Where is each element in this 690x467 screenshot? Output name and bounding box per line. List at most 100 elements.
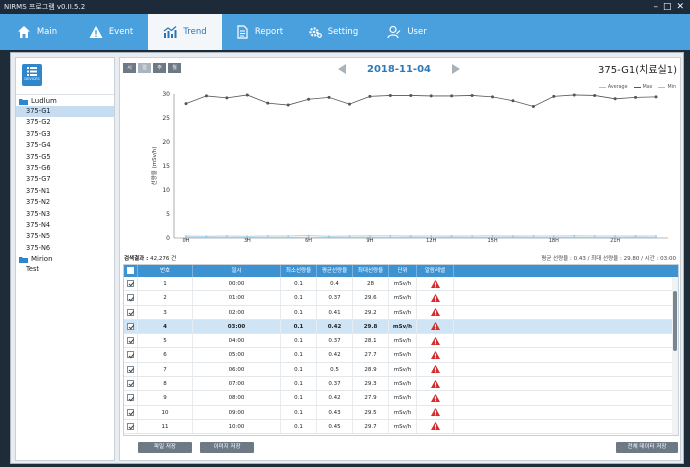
col-header[interactable]: 최대선량율 (353, 265, 389, 277)
cell-max: 29.6 (353, 291, 389, 305)
tab-trend[interactable]: Trend (148, 14, 222, 50)
cell-min: 0.1 (281, 391, 317, 405)
data-point-average (225, 235, 228, 237)
maximize-icon[interactable]: □ (663, 0, 672, 14)
row-checkbox[interactable] (124, 377, 138, 391)
tree-group-mirion[interactable]: Mirion (16, 254, 114, 264)
save-image-button[interactable]: 이미지 저장 (200, 442, 254, 453)
tree-item-375-n2[interactable]: 375-N2 (16, 197, 114, 208)
data-point-max (368, 94, 372, 98)
row-checkbox[interactable] (124, 419, 138, 434)
cell-unit: mSv/h (389, 277, 417, 291)
y-tick-label: 10 (162, 187, 170, 194)
devices-label: DEVICES (24, 77, 40, 81)
col-header[interactable]: 일시 (193, 265, 281, 277)
x-tick-label: 6H (305, 238, 312, 244)
table-row[interactable]: 11 10:00 0.1 0.45 29.7 mSv/h (124, 419, 678, 435)
tree-group-label: Mirion (31, 255, 53, 264)
tree-item-375-n6[interactable]: 375-N6 (16, 243, 114, 254)
tree-item-375-n4[interactable]: 375-N4 (16, 220, 114, 231)
cell-filler (454, 348, 678, 361)
row-checkbox[interactable] (124, 319, 138, 334)
tree-item-375-g3[interactable]: 375-G3 (16, 129, 114, 140)
tree-item-375-n1[interactable]: 375-N1 (16, 186, 114, 197)
tab-report-label: Report (254, 27, 284, 37)
col-header[interactable]: 최소선량율 (281, 265, 317, 277)
tab-user[interactable]: User (370, 14, 444, 50)
close-icon[interactable]: ✕ (676, 0, 684, 14)
row-checkbox[interactable] (124, 348, 138, 362)
table-row[interactable]: 3 02:00 0.1 0.41 29.2 mSv/h (124, 305, 678, 320)
row-checkbox[interactable] (124, 405, 138, 419)
col-header[interactable]: 번호 (138, 265, 193, 277)
tree-item-375-g7[interactable]: 375-G7 (16, 174, 114, 185)
tree-group-ludlum[interactable]: Ludlum (16, 96, 114, 106)
tree-item-375-g5[interactable]: 375-G5 (16, 152, 114, 163)
table-row[interactable]: 7 06:00 0.1 0.5 28.9 mSv/h (124, 362, 678, 378)
tree-group-label: Ludlum (31, 97, 57, 105)
prev-date-icon[interactable] (338, 64, 346, 74)
row-checkbox[interactable] (124, 362, 138, 377)
cell-unit: mSv/h (389, 334, 417, 348)
select-all-checkbox[interactable] (124, 265, 138, 277)
table-row[interactable]: 5 04:00 0.1 0.37 28.1 mSv/h (124, 334, 678, 349)
save-file-button[interactable]: 파일 저장 (138, 442, 192, 453)
col-header[interactable]: 평균선량율 (317, 265, 353, 277)
col-header[interactable]: 알람레벨 (417, 265, 454, 277)
tree-item-375-g6[interactable]: 375-G6 (16, 163, 114, 174)
tab-main[interactable]: Main (0, 14, 74, 50)
tree-item-375-g2[interactable]: 375-G2 (16, 117, 114, 128)
period-week-button[interactable]: 주 (153, 63, 166, 73)
period-month-button[interactable]: 월 (168, 63, 181, 73)
cell-avg: 0.41 (317, 305, 353, 319)
data-point-max (184, 102, 188, 106)
export-all-button[interactable]: 전체 데이터 저장 (616, 442, 678, 453)
cell-time: 09:00 (193, 405, 281, 419)
tab-event[interactable]: Event (74, 14, 148, 50)
table-row[interactable]: 4 03:00 0.1 0.42 29.8 mSv/h (124, 319, 678, 335)
period-hour-button[interactable]: 시 (123, 63, 136, 73)
cell-no: 9 (138, 391, 193, 405)
devices-button[interactable]: DEVICES (22, 64, 42, 86)
table-scrollbar[interactable] (672, 277, 678, 435)
x-tick-label: 9H (366, 238, 373, 244)
row-checkbox[interactable] (124, 277, 138, 291)
cell-filler (454, 320, 678, 333)
data-point-max (347, 102, 351, 106)
table-row[interactable]: 1 00:00 0.1 0.4 28 mSv/h (124, 277, 678, 292)
minimize-icon[interactable]: – (653, 0, 658, 14)
cell-no: 11 (138, 419, 193, 434)
row-checkbox[interactable] (124, 334, 138, 348)
data-point-average (246, 235, 249, 238)
tree-item-375-n3[interactable]: 375-N3 (16, 209, 114, 220)
table-row[interactable]: 2 01:00 0.1 0.37 29.6 mSv/h (124, 291, 678, 306)
data-point-min (532, 236, 535, 239)
table-row[interactable]: 8 07:00 0.1 0.37 29.3 mSv/h (124, 377, 678, 392)
device-panel: DEVICES Ludlum 375-G1 375-G2 375-G3 375-… (15, 57, 115, 461)
cell-avg: 0.5 (317, 362, 353, 377)
table-row[interactable]: 10 09:00 0.1 0.43 29.5 mSv/h (124, 405, 678, 420)
user-icon (387, 25, 401, 39)
row-checkbox[interactable] (124, 291, 138, 305)
next-date-icon[interactable] (452, 64, 460, 74)
tree-item-375-n5[interactable]: 375-N5 (16, 231, 114, 242)
tree-item-375-g4[interactable]: 375-G4 (16, 140, 114, 151)
period-day-button[interactable]: 일 (138, 63, 151, 73)
tab-setting[interactable]: Setting (296, 14, 370, 50)
tree-item-375-g1[interactable]: 375-G1 (16, 106, 114, 118)
current-date: 2018-11-04 (367, 63, 431, 75)
col-header[interactable]: 단위 (389, 265, 417, 277)
row-checkbox[interactable] (124, 391, 138, 405)
data-point-max (245, 93, 249, 97)
cell-filler (454, 391, 678, 404)
row-checkbox[interactable] (124, 305, 138, 319)
tree-item-test[interactable]: Test (16, 264, 114, 275)
table-row[interactable]: 9 08:00 0.1 0.42 27.9 mSv/h (124, 391, 678, 406)
cell-time: 01:00 (193, 291, 281, 305)
tab-setting-label: Setting (327, 27, 359, 37)
cell-unit: mSv/h (389, 419, 417, 434)
table-row[interactable]: 6 05:00 0.1 0.42 27.7 mSv/h (124, 348, 678, 363)
tab-report[interactable]: Report (222, 14, 296, 50)
tab-trend-label: Trend (183, 27, 207, 37)
scrollbar-thumb[interactable] (673, 291, 677, 351)
